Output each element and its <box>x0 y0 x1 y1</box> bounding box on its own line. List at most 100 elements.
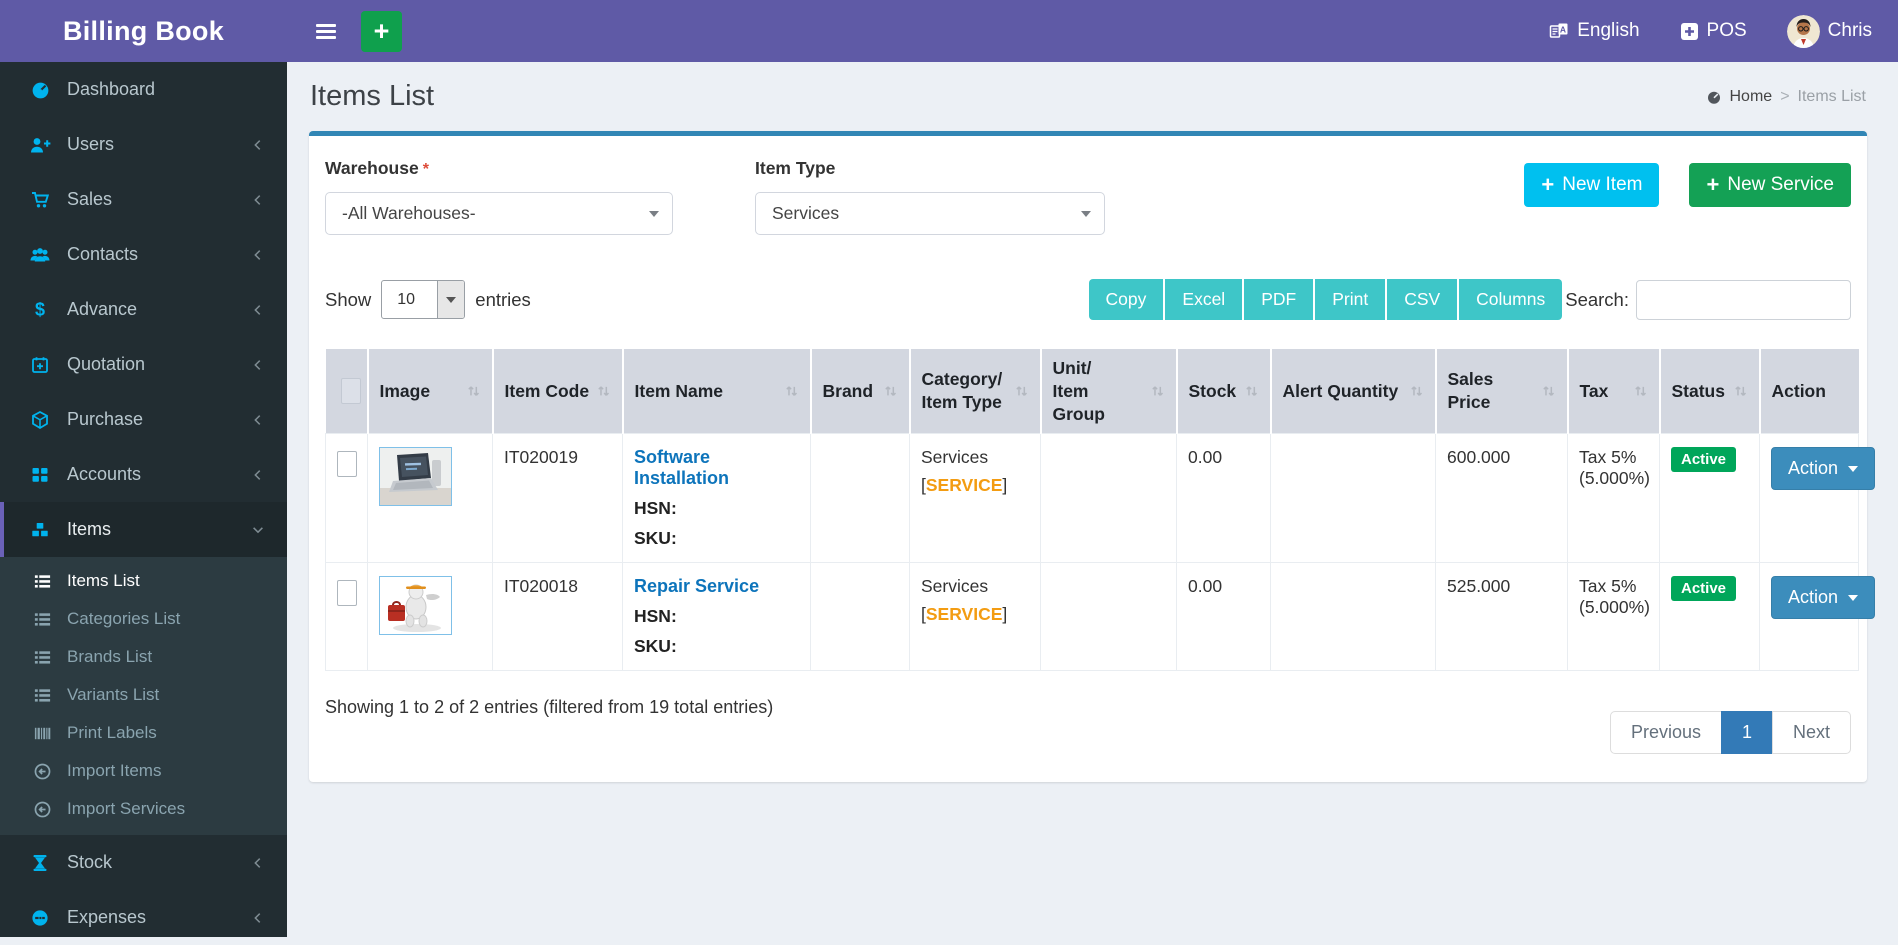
dollar-icon: $ <box>26 299 54 320</box>
header-image[interactable]: Image <box>367 349 494 434</box>
item-name-link[interactable]: Software Installation <box>634 447 799 489</box>
pagination-previous[interactable]: Previous <box>1609 711 1722 755</box>
export-pdf-button[interactable]: PDF <box>1242 279 1314 320</box>
row-checkbox[interactable] <box>337 580 357 607</box>
new-item-button[interactable]: + New Item <box>1524 163 1660 207</box>
quick-add-button[interactable]: + <box>361 10 402 52</box>
app-logo[interactable]: Billing Book <box>0 0 287 62</box>
item-name-link[interactable]: Repair Service <box>634 576 799 597</box>
export-copy-button[interactable]: Copy <box>1088 279 1164 320</box>
sidebar-subitem-print-labels[interactable]: Print Labels <box>0 714 287 752</box>
list-icon <box>29 572 55 591</box>
header-stock[interactable]: Stock <box>1176 349 1272 434</box>
navbar-body: + A English POS Chris <box>287 0 1898 62</box>
sidebar-subitem-brands-list[interactable]: Brands List <box>0 638 287 676</box>
items-list-card: Warehouse * -All Warehouses- Item Type Se… <box>309 131 1876 783</box>
sort-icon <box>1409 383 1424 399</box>
chevron-left-icon <box>251 911 265 925</box>
navbar-right: A English POS Chris <box>1549 14 1872 48</box>
row-stock: 0.00 <box>1176 433 1271 564</box>
sort-icon <box>1244 383 1259 399</box>
chevron-left-icon <box>251 138 265 152</box>
export-csv-button[interactable]: CSV <box>1385 279 1458 320</box>
row-status-cell: Active <box>1659 562 1760 672</box>
item-type-select[interactable]: Services <box>755 192 1105 235</box>
cube-icon <box>26 410 54 430</box>
header-category[interactable]: Category/Item Type <box>909 349 1042 434</box>
user-avatar <box>1786 14 1820 48</box>
breadcrumb: Home > Items List <box>1706 88 1866 106</box>
sidebar-subitem-import-services[interactable]: Import Services <box>0 790 287 828</box>
hamburger-icon <box>316 29 336 33</box>
sidebar-subitem-categories-list[interactable]: Categories List <box>0 600 287 638</box>
status-badge: Active <box>1671 576 1737 602</box>
sidebar-item-label: Accounts <box>67 464 142 484</box>
chevron-left-icon <box>251 468 265 482</box>
sidebar-subitem-import-items[interactable]: Import Items <box>0 752 287 790</box>
home-dashboard-icon <box>1706 89 1722 105</box>
pos-button[interactable]: POS <box>1680 20 1747 42</box>
warehouse-select[interactable]: -All Warehouses- <box>325 192 673 235</box>
export-excel-button[interactable]: Excel <box>1163 279 1243 320</box>
columns-button[interactable]: Columns <box>1457 279 1563 320</box>
hourglass-icon <box>26 853 54 873</box>
sidebar-toggle-button[interactable] <box>308 20 344 43</box>
user-menu[interactable]: Chris <box>1786 14 1872 48</box>
header-item-name[interactable]: Item Name <box>622 349 812 434</box>
sidebar-item-purchase[interactable]: Purchase <box>0 392 287 447</box>
new-service-button[interactable]: + New Service <box>1689 163 1851 207</box>
header-tax[interactable]: Tax <box>1567 349 1661 434</box>
sidebar-item-accounts[interactable]: Accounts <box>0 447 287 502</box>
sidebar-item-advance[interactable]: $ Advance <box>0 282 287 337</box>
sidebar-item-quotation[interactable]: Quotation <box>0 337 287 392</box>
export-print-button[interactable]: Print <box>1313 279 1386 320</box>
sidebar-item-contacts[interactable]: Contacts <box>0 227 287 282</box>
sidebar-subitem-label: Brands List <box>67 647 153 666</box>
users-group-icon <box>26 245 54 265</box>
sidebar-item-items[interactable]: Items <box>0 502 287 557</box>
sidebar-item-sales[interactable]: Sales <box>0 172 287 227</box>
select-arrow-box <box>437 281 465 318</box>
sidebar-subitem-label: Import Items <box>67 761 162 780</box>
sku-label: SKU: <box>634 636 677 657</box>
item-image[interactable] <box>379 447 452 507</box>
item-image[interactable] <box>379 576 452 636</box>
sidebar-item-stock[interactable]: Stock <box>0 835 287 890</box>
search-input[interactable] <box>1636 279 1851 320</box>
breadcrumb-home-link[interactable]: Home <box>1730 88 1773 106</box>
import-arrow-icon <box>29 762 55 781</box>
row-checkbox[interactable] <box>337 451 357 478</box>
page-length-select[interactable]: 10 <box>381 280 466 319</box>
sidebar-subitem-label: Variants List <box>67 685 160 704</box>
header-brand[interactable]: Brand <box>810 349 911 434</box>
header-alert-quantity[interactable]: Alert Quantity <box>1270 349 1437 434</box>
pagination-next[interactable]: Next <box>1771 711 1851 755</box>
pagination: Previous 1 Next <box>1609 711 1851 755</box>
sidebar: Dashboard Users Sales Contacts $ Advance… <box>0 62 287 937</box>
chevron-down-icon <box>251 523 265 537</box>
action-dropdown-button[interactable]: Action <box>1771 447 1876 491</box>
row-select-cell <box>325 562 368 672</box>
hsn-label: HSN: <box>634 498 677 519</box>
items-table: Image Item Code Item Name Brand Category… <box>325 349 1876 672</box>
caret-down-icon <box>649 210 659 217</box>
sidebar-subitem-variants-list[interactable]: Variants List <box>0 676 287 714</box>
header-status[interactable]: Status <box>1659 349 1761 434</box>
language-menu[interactable]: A English <box>1549 20 1640 42</box>
row-alert-quantity <box>1270 562 1436 672</box>
required-asterisk: * <box>422 161 429 178</box>
header-item-code[interactable]: Item Code <box>492 349 624 434</box>
header-sales-price[interactable]: Sales Price <box>1435 349 1569 434</box>
sidebar-subitem-label: Import Services <box>67 799 186 818</box>
content-header: Items List Home > Items List <box>287 62 1898 129</box>
warehouse-filter: Warehouse * -All Warehouses- <box>325 158 673 235</box>
entries-summary: Showing 1 to 2 of 2 entries (filtered fr… <box>325 697 774 718</box>
row-action-cell: Action <box>1759 433 1876 564</box>
sidebar-item-dashboard[interactable]: Dashboard <box>0 62 287 117</box>
sidebar-subitem-items-list[interactable]: Items List <box>0 562 287 600</box>
pagination-page-1[interactable]: 1 <box>1720 711 1773 755</box>
action-dropdown-button[interactable]: Action <box>1771 576 1876 620</box>
sidebar-item-users[interactable]: Users <box>0 117 287 172</box>
sidebar-item-label: Expenses <box>67 907 147 927</box>
header-unit[interactable]: Unit/Item Group <box>1040 349 1178 434</box>
